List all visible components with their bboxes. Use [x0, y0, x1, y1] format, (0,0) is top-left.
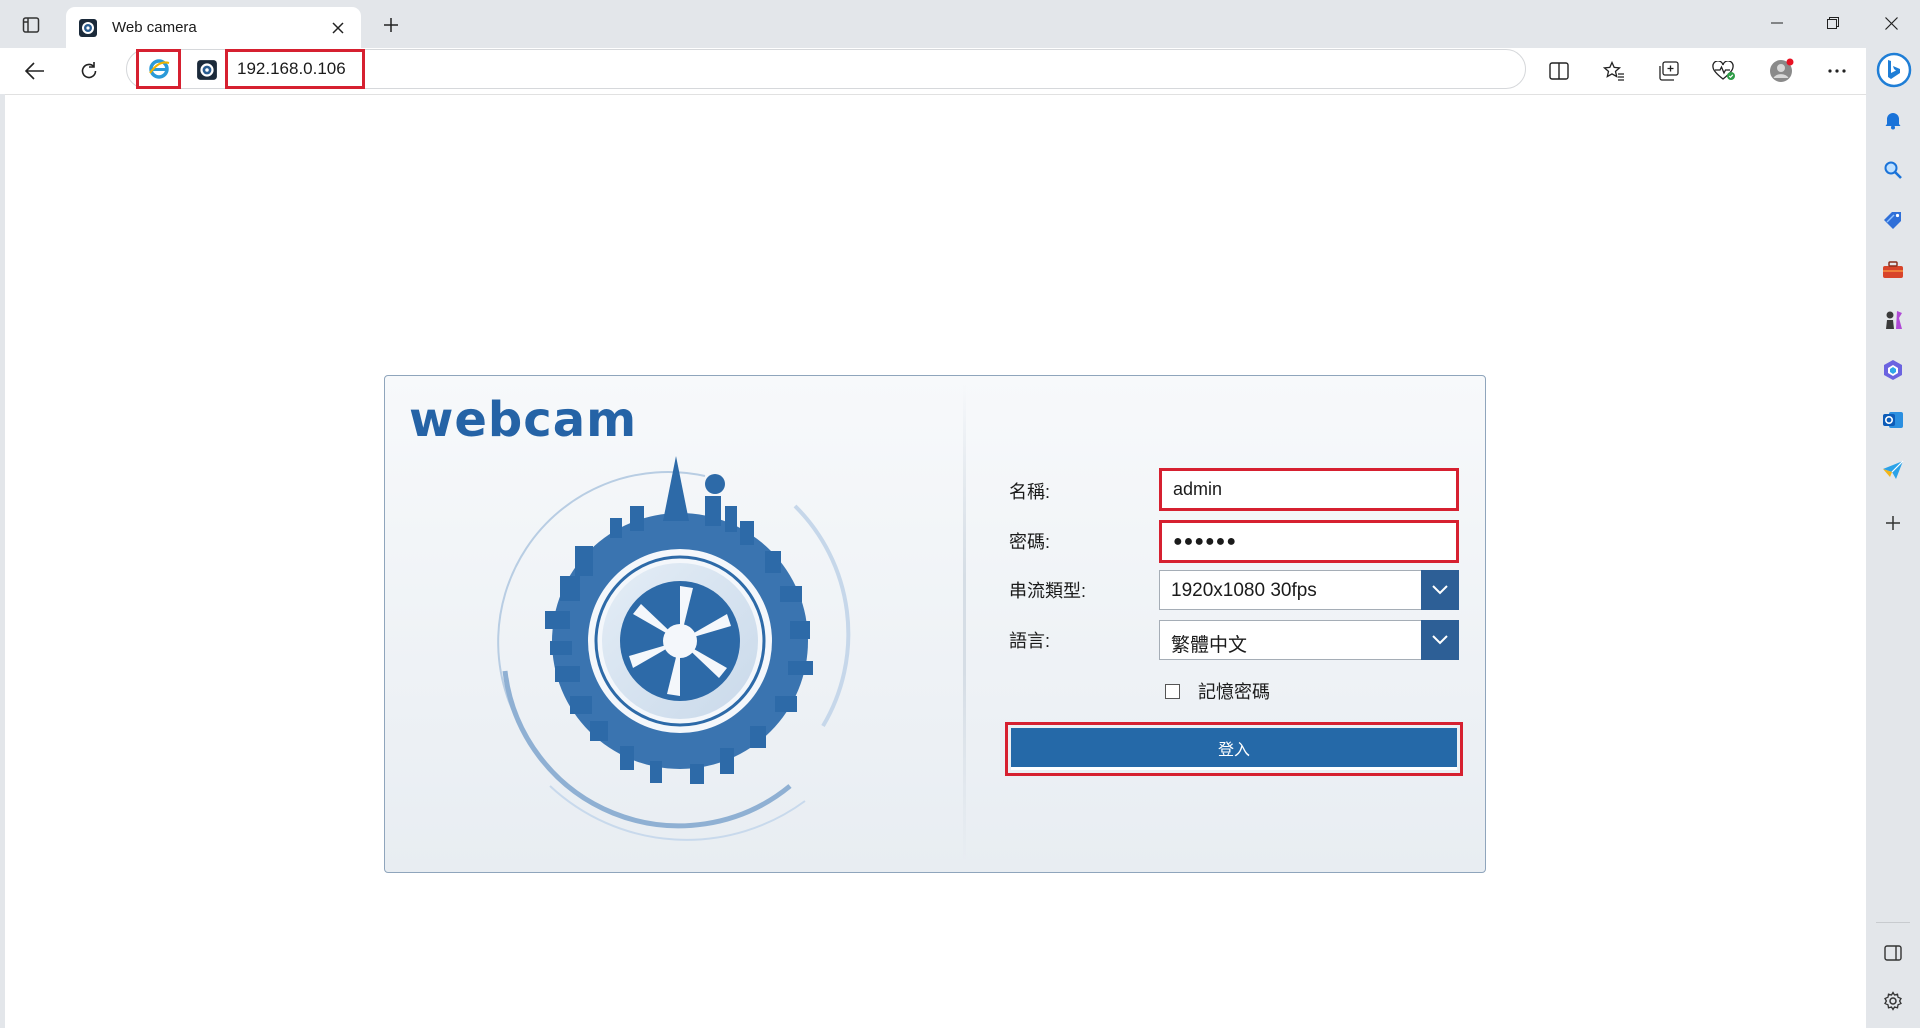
sidebar-shopping[interactable] [1878, 205, 1908, 235]
login-card: webcam 名稱: admin 密碼: ●●●●●● 串流類型: 1920x1… [384, 375, 1486, 873]
login-button-highlight: 登入 [1005, 722, 1463, 776]
split-screen-icon [1549, 62, 1569, 80]
tag-icon [1884, 212, 1901, 229]
close-icon [1884, 16, 1898, 30]
chevron-down-icon [1432, 585, 1448, 595]
sidebar-notifications[interactable] [1878, 105, 1908, 135]
close-tab-button[interactable] [325, 15, 351, 41]
back-button[interactable] [18, 55, 52, 87]
outlook-icon [1883, 412, 1903, 428]
minimize-icon [1771, 22, 1783, 24]
password-label: 密碼: [1009, 532, 1051, 552]
site-info-button[interactable] [136, 49, 181, 89]
language-label: 語言: [1009, 631, 1051, 651]
minimize-button[interactable] [1752, 6, 1802, 40]
camera-city-illustration [497, 456, 851, 841]
profile-icon [1770, 58, 1794, 82]
send-icon [1883, 460, 1904, 479]
search-icon [1884, 161, 1902, 179]
remember-password-label: 記憶密碼 [1198, 682, 1270, 702]
card-divider [963, 384, 966, 866]
stream-type-label: 串流類型: [1009, 581, 1087, 601]
tab-title: Web camera [112, 19, 197, 36]
sidebar-tools[interactable] [1878, 255, 1908, 285]
language-value: 繁體中文 [1171, 635, 1248, 656]
login-button[interactable]: 登入 [1011, 728, 1457, 770]
sidebar-toggle-icon [1884, 945, 1902, 961]
reload-icon [81, 62, 97, 79]
heart-pulse-icon [1712, 61, 1735, 80]
sidebar-outlook[interactable] [1878, 405, 1908, 435]
stream-type-value: 1920x1080 30fps [1171, 580, 1317, 601]
ie-mode-icon [148, 59, 169, 79]
chess-icon [1886, 311, 1902, 329]
camera-favicon-icon [197, 60, 217, 80]
profile-button[interactable] [1765, 55, 1799, 87]
restore-button[interactable] [1808, 6, 1858, 40]
language-select[interactable]: 繁體中文 [1159, 620, 1459, 660]
camera-favicon-icon [79, 18, 97, 37]
sidebar-drop[interactable] [1878, 455, 1908, 485]
copilot-icon [1876, 52, 1912, 88]
sidebar-add-button[interactable] [1878, 508, 1908, 538]
tab-actions-icon [22, 17, 40, 33]
favorites-button[interactable] [1597, 55, 1631, 87]
close-window-button[interactable] [1866, 6, 1916, 40]
settings-icon [1884, 991, 1902, 1011]
bell-icon [1885, 113, 1901, 130]
restore-icon [1827, 17, 1839, 29]
password-input[interactable]: ●●●●●● [1159, 520, 1459, 563]
browser-toolbar: 192.168.0.106 [0, 48, 1866, 94]
remember-password-checkbox[interactable] [1165, 683, 1180, 699]
collections-icon [1659, 61, 1679, 81]
sidebar-search[interactable] [1878, 155, 1908, 185]
close-icon [332, 21, 344, 34]
stream-type-select[interactable]: 1920x1080 30fps [1159, 570, 1459, 610]
plus-icon [384, 18, 398, 32]
stream-type-dropdown-button[interactable] [1421, 570, 1459, 610]
url-text[interactable]: 192.168.0.106 [225, 49, 365, 89]
sidebar-divider [1876, 922, 1910, 923]
favorites-icon [1603, 61, 1624, 81]
collections-button[interactable] [1652, 55, 1686, 87]
copilot-button[interactable] [1876, 52, 1912, 88]
sidebar-settings-button[interactable] [1878, 986, 1908, 1016]
sidebar-toggle-button[interactable] [1878, 938, 1908, 968]
username-label: 名稱: [1009, 482, 1051, 502]
more-icon [1828, 69, 1846, 73]
new-tab-button[interactable] [376, 10, 406, 40]
sidebar-games[interactable] [1878, 305, 1908, 335]
toolbox-icon [1883, 261, 1903, 278]
more-button[interactable] [1820, 55, 1854, 87]
sidebar-office[interactable] [1878, 355, 1908, 385]
browser-sidebar [1866, 48, 1920, 1028]
add-icon [1886, 516, 1900, 530]
remember-password[interactable]: 記憶密碼 [1165, 678, 1270, 704]
office-icon [1884, 360, 1902, 380]
reload-button[interactable] [72, 55, 106, 87]
back-arrow-icon [25, 62, 44, 80]
split-screen-button[interactable] [1542, 55, 1576, 87]
tab-strip: Web camera [0, 0, 1920, 48]
tab-web-camera[interactable]: Web camera [66, 7, 361, 48]
chevron-down-icon [1432, 635, 1448, 645]
browser-essentials-button[interactable] [1707, 55, 1741, 87]
username-input[interactable]: admin [1159, 468, 1459, 511]
language-dropdown-button[interactable] [1421, 620, 1459, 660]
tab-actions-button[interactable] [14, 10, 48, 40]
